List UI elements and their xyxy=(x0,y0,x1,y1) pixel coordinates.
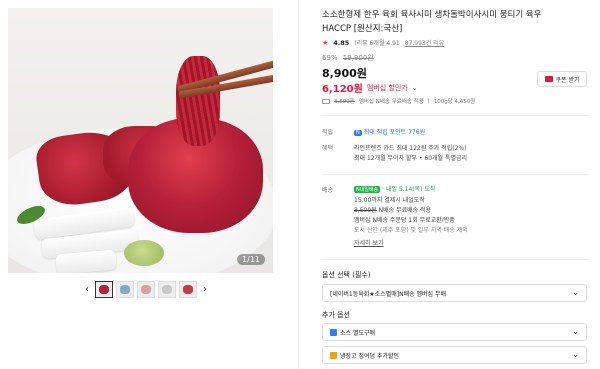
lifted-meat-graphic xyxy=(176,56,220,146)
chevron-down-icon: ⌄ xyxy=(572,288,579,297)
member-price-row[interactable]: 6,120원 멤버십 할인가 ⌄ xyxy=(322,80,418,96)
delivery-label: 배송 xyxy=(322,187,334,194)
chevron-down-icon: ⌄ xyxy=(411,83,418,92)
image-counter: 1/11 xyxy=(237,254,265,265)
delivery-more-text: 자세히 보기 xyxy=(354,240,384,247)
coupon-button-label: 쿠폰 받기 xyxy=(555,76,580,84)
thumbnail[interactable] xyxy=(95,281,113,298)
delivery-date: · 내일 5.14(목) 도착 xyxy=(382,186,436,193)
thumbnail[interactable] xyxy=(116,281,134,298)
benefit-label: 혜택 xyxy=(322,145,334,152)
coupon-button[interactable]: 쿠폰 받기 xyxy=(537,71,587,87)
thumbnail[interactable] xyxy=(179,281,197,298)
member-price-unit: 원 xyxy=(353,84,363,95)
divider xyxy=(322,174,588,175)
divider xyxy=(322,115,588,116)
product-main-image[interactable]: 1/11 xyxy=(8,8,273,273)
star-icon: ★ xyxy=(322,38,329,47)
discount-icon xyxy=(330,351,337,359)
benefit-line1: 라인프렌즈 카드 최대 122원 추가 적립(2%) xyxy=(354,145,467,152)
option-label: 옵션 선택 (필수) xyxy=(322,271,371,279)
review-count-link[interactable]: 87,993건 리뷰 xyxy=(405,38,444,47)
delivery-more-link[interactable]: 자세히 보기 xyxy=(354,238,384,247)
unit-price-text: 100g당 4,450원 xyxy=(433,99,476,105)
delivery-exclusion: 도서 산간 (제주 포함) 및 일부 지역 배송 제외 xyxy=(354,227,468,234)
extra-option-2-value: 냉장고 정여덤 추가할인 xyxy=(340,352,400,360)
extra-option-select-1[interactable]: 소스 별도구매 ⌄ xyxy=(322,323,587,341)
discount-rate: 69% xyxy=(322,54,338,62)
chevron-down-icon: ⌄ xyxy=(572,350,579,359)
extra-option-1-value: 소스 별도구매 xyxy=(340,329,376,337)
truck-icon xyxy=(322,98,330,104)
divider xyxy=(322,259,588,260)
delivery-fee-strike: 3,500원 xyxy=(354,207,377,214)
pear-slice-graphic xyxy=(55,249,117,273)
thumbnail-strip: ‹ › xyxy=(82,281,210,298)
naver-pay-badge: N xyxy=(354,130,362,136)
extra-option-select-2[interactable]: 냉장고 정여덤 추가할인 ⌄ xyxy=(322,346,587,364)
product-page: 1/11 ‹ › 소소한형제 한우 육회 육사시미 생차돌박이사시미 뭉티기 육… xyxy=(0,0,600,369)
rating-score: 4.85 xyxy=(333,38,350,47)
chevron-down-icon: ⌄ xyxy=(572,327,579,336)
rating-row: ★ 4.85 (리뷰 6개월 4.91 87,993건 리뷰 xyxy=(322,38,444,48)
thumbnail[interactable] xyxy=(137,281,155,298)
original-price: 19,900원 xyxy=(342,54,374,62)
coupon-icon xyxy=(544,76,553,82)
shipping-fee-strike: 3,500원 xyxy=(334,99,355,105)
benefit-line2: 최대 12개월 무이자 할부 • 60개월 특별금리 xyxy=(354,155,468,162)
sale-price: 8,900원 xyxy=(322,67,367,80)
separator: | xyxy=(427,98,430,104)
points-text-row: N 최대 적립 포인트 776원 xyxy=(354,127,425,136)
points-label: 적립 xyxy=(322,129,334,136)
member-price: 6,120 xyxy=(322,84,354,95)
product-title: 소소한형제 한우 육회 육사시미 생차돌박이사시미 뭉티기 육우 HACCP [… xyxy=(322,10,542,34)
delivery-cutoff: 15:00까지 결제시 내일도착 xyxy=(354,197,425,204)
delivery-fee-text: N배송 무료배송 적용 xyxy=(378,207,432,214)
thumb-prev-arrow[interactable]: ‹ xyxy=(82,284,92,295)
thumbnail[interactable] xyxy=(158,281,176,298)
points-text: 최대 적립 포인트 776원 xyxy=(363,129,426,136)
discount-row: 69% 19,900원 xyxy=(322,53,374,63)
tomorrow-delivery-badge: N내일배송 xyxy=(354,186,381,193)
delivery-fee-row: 3,500원 N배송 무료배송 적용 xyxy=(354,205,431,214)
option-select[interactable]: [네이버1등육회★소스별매]N배송 멤버십 무배 ⌄ xyxy=(322,284,587,302)
rating-detail: (리뷰 6개월 4.91 xyxy=(354,40,400,47)
wasabi-graphic xyxy=(124,240,164,266)
extra-option-label: 추가 옵션 xyxy=(322,311,350,319)
thumb-next-arrow[interactable]: › xyxy=(200,284,210,295)
shipping-info-text: 멤버십 N배송 무료배송 적용 xyxy=(358,99,424,105)
shipping-info-row: 3,500원 멤버십 N배송 무료배송 적용 | 100g당 4,450원 xyxy=(322,97,475,105)
product-info-panel: 소소한형제 한우 육회 육사시미 생차돌박이사시미 뭉티기 육우 HACCP [… xyxy=(298,0,600,369)
delivery-exchange: 멤버십 N배송 주문당 1회 무료교환/반품 xyxy=(354,217,455,224)
option-select-value: [네이버1등육회★소스별매]N배송 멤버십 무배 xyxy=(330,290,447,298)
sauce-icon xyxy=(330,328,337,336)
delivery-row: N내일배송 · 내일 5.14(목) 도착 xyxy=(354,184,435,193)
member-price-label: 멤버십 할인가 xyxy=(366,83,408,92)
